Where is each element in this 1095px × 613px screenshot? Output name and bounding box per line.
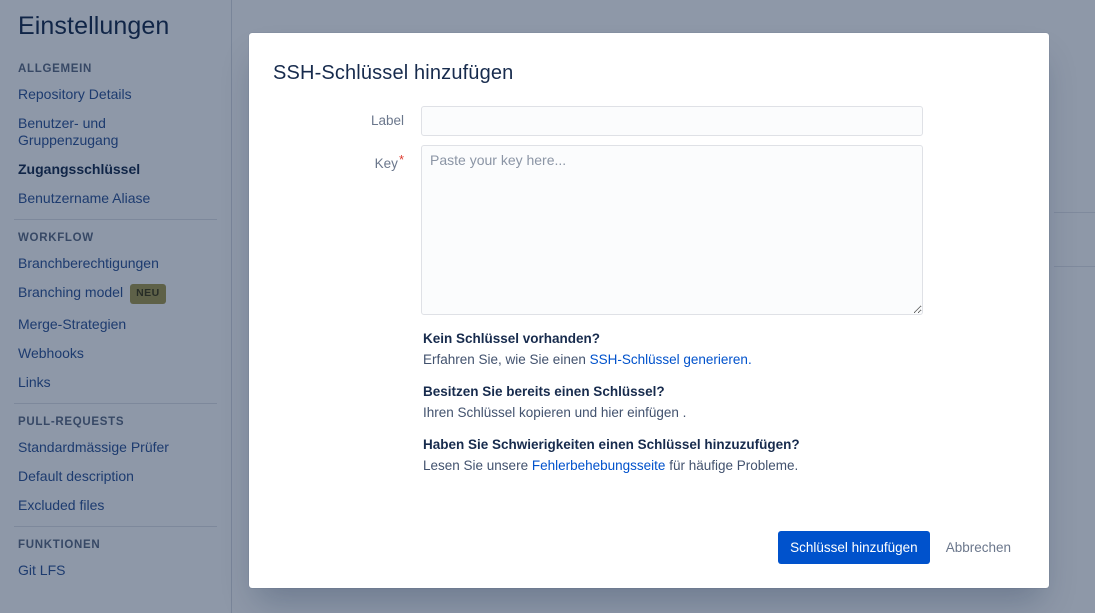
help-answer-have-key: Ihren Schlüssel kopieren und hier einfüg… (423, 405, 687, 420)
help-text: Erfahren Sie, wie Sie einen (423, 352, 590, 367)
help-question-have-key: Besitzen Sie bereits einen Schlüssel? (423, 384, 665, 399)
label-input[interactable] (421, 106, 923, 136)
generate-ssh-key-link[interactable]: SSH-Schlüssel generieren. (590, 352, 752, 367)
add-ssh-key-dialog: SSH-Schlüssel hinzufügen Label Key* Kein… (249, 33, 1049, 588)
dialog-footer: Schlüssel hinzufügen Abbrechen (778, 531, 1023, 564)
label-field-label: Label (370, 113, 404, 128)
ssh-key-help: Kein Schlüssel vorhanden? Erfahren Sie, … (421, 329, 1023, 475)
add-ssh-key-form: Label Key* (273, 106, 1023, 315)
help-question-trouble: Haben Sie Schwierigkeiten einen Schlüsse… (423, 437, 800, 452)
troubleshooting-link[interactable]: Fehlerbehebungsseite (532, 458, 666, 473)
add-key-button[interactable]: Schlüssel hinzufügen (778, 531, 930, 564)
help-answer-no-key: Erfahren Sie, wie Sie einen SSH-Schlüsse… (423, 350, 1023, 369)
help-text-after: für häufige Probleme. (665, 458, 799, 473)
help-text: Lesen Sie unsere (423, 458, 532, 473)
required-asterisk-icon: * (398, 152, 404, 167)
key-textarea[interactable] (421, 145, 923, 315)
cancel-button[interactable]: Abbrechen (934, 531, 1023, 564)
dialog-title: SSH-Schlüssel hinzufügen (273, 62, 514, 84)
key-field-label: Key* (273, 145, 421, 179)
form-row-key: Key* (273, 145, 1023, 315)
key-label-text: Key (374, 156, 398, 171)
form-row-label: Label (273, 106, 1023, 136)
help-question-no-key: Kein Schlüssel vorhanden? (423, 331, 601, 346)
help-answer-trouble: Lesen Sie unsere Fehlerbehebungsseite fü… (423, 456, 1023, 475)
